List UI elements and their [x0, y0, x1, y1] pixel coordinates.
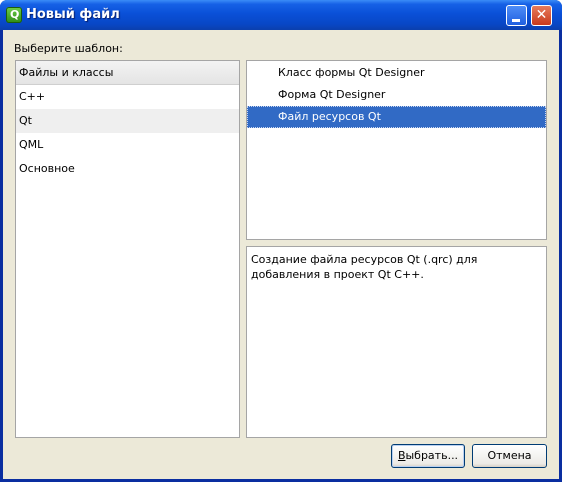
close-icon: ✕ [535, 7, 548, 23]
template-item-designer-form-class[interactable]: Класс формы Qt Designer [247, 62, 546, 84]
window-title: Новый файл [26, 7, 120, 22]
dialog-window: Q Новый файл ✕ Выберите шаблон: Файлы и … [0, 0, 562, 482]
category-item-general[interactable]: Основное [16, 157, 239, 181]
minimize-button[interactable] [506, 5, 527, 26]
title-bar[interactable]: Q Новый файл ✕ [0, 0, 562, 30]
choose-template-label: Выберите шаблон: [14, 42, 123, 55]
description-text: Создание файла ресурсов Qt (.qrc) для до… [251, 253, 478, 281]
category-item-qt[interactable]: Qt [16, 109, 239, 133]
category-item-qml[interactable]: QML [16, 133, 239, 157]
qt-logo-icon: Q [6, 7, 22, 23]
select-button[interactable]: Выбрать... [391, 444, 465, 468]
category-list-header: Файлы и классы [16, 61, 239, 85]
template-item-designer-form[interactable]: Форма Qt Designer [247, 84, 546, 106]
close-button[interactable]: ✕ [531, 5, 552, 26]
template-item-resource-file[interactable]: Файл ресурсов Qt [247, 106, 546, 128]
template-list[interactable]: Класс формы Qt Designer Форма Qt Designe… [246, 60, 547, 240]
category-item-cpp[interactable]: C++ [16, 85, 239, 109]
template-description: Создание файла ресурсов Qt (.qrc) для до… [246, 246, 547, 438]
dialog-body: Выберите шаблон: Файлы и классы C++ Qt Q… [3, 30, 559, 479]
select-button-label: ыбрать... [405, 449, 459, 462]
category-list[interactable]: Файлы и классы C++ Qt QML Основное [15, 60, 240, 438]
cancel-button[interactable]: Отмена [472, 444, 547, 468]
